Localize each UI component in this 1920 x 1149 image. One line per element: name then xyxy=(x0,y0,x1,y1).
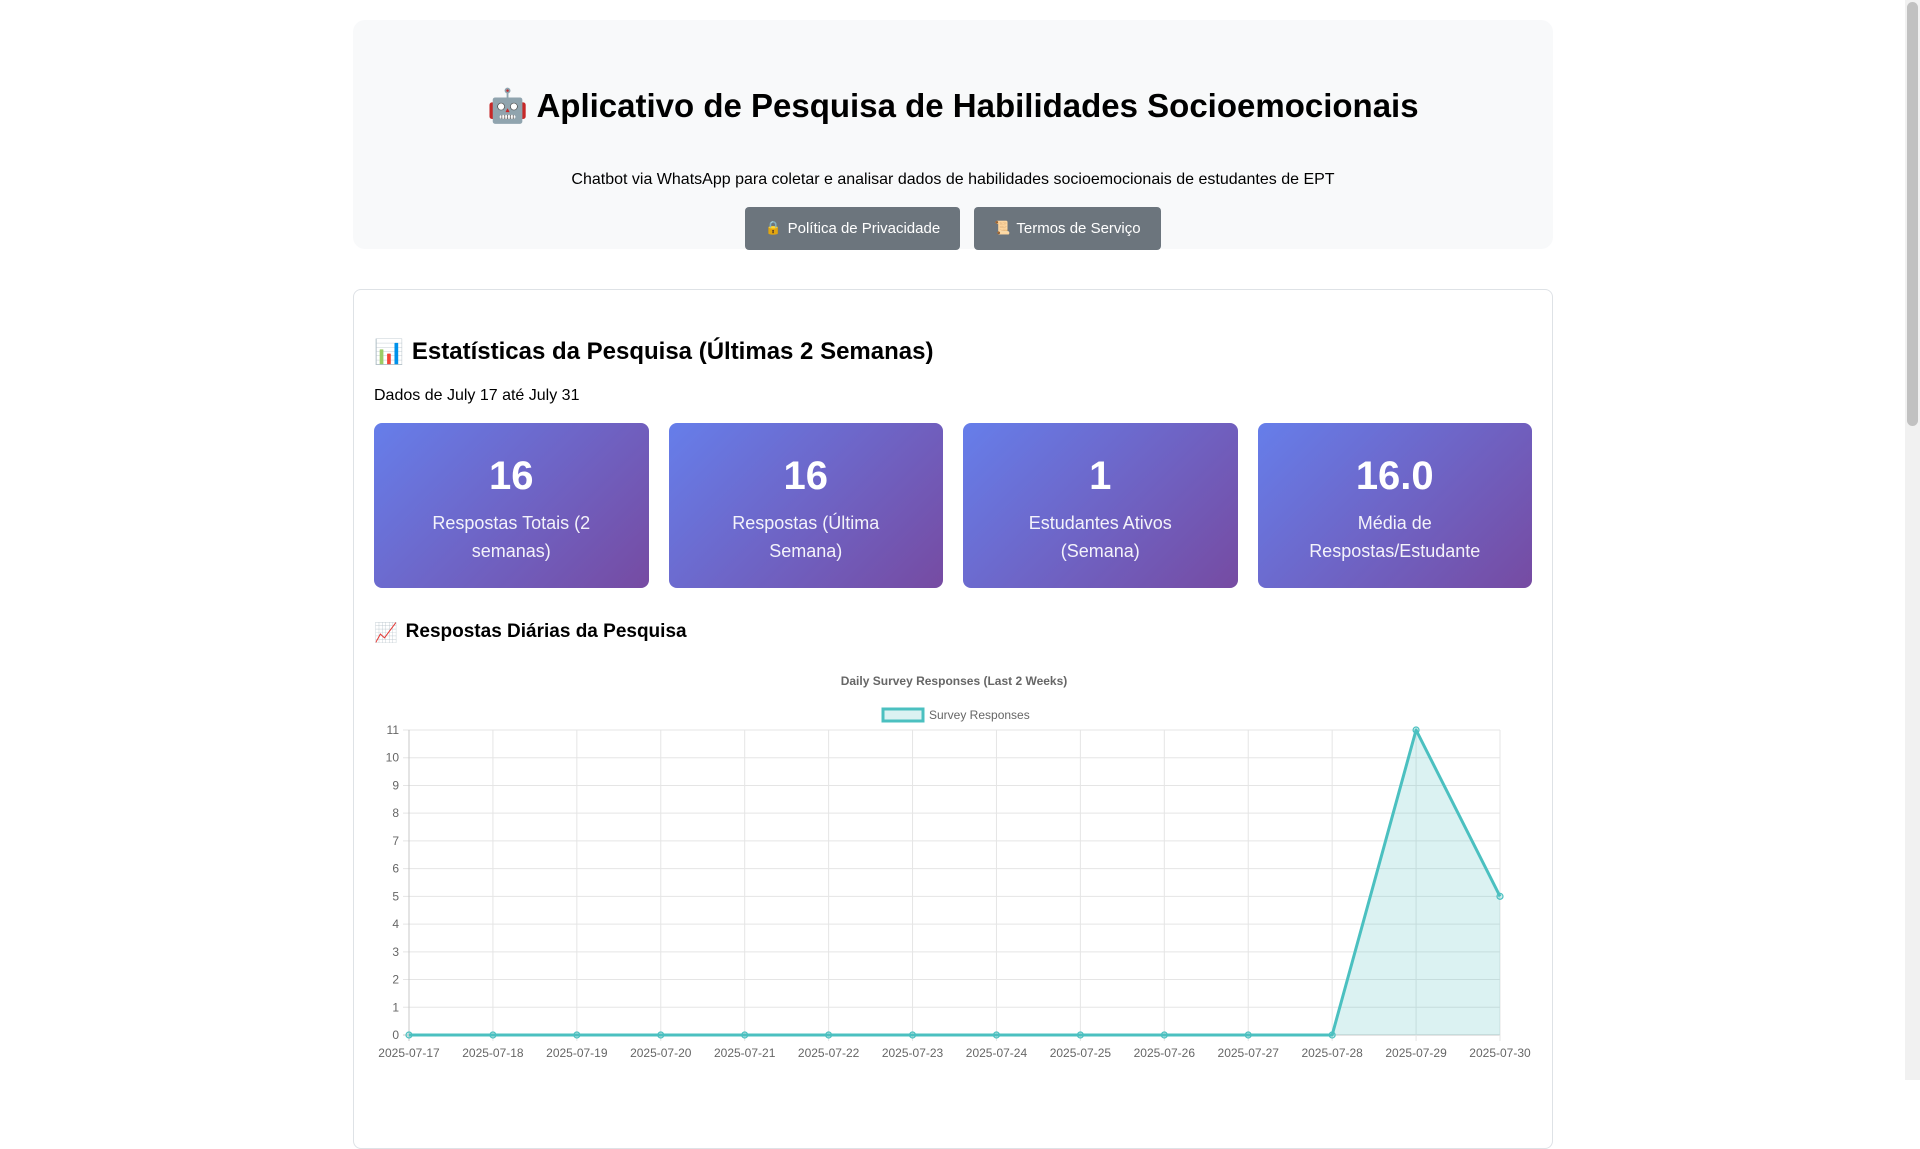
data-point xyxy=(1244,1031,1252,1039)
y-tick-label: 2 xyxy=(392,973,399,987)
header-card: 🤖 Aplicativo de Pesquisa de Habilidades … xyxy=(353,20,1553,250)
kpi-value: 16 xyxy=(783,454,829,498)
scrollbar[interactable] xyxy=(1905,0,1920,1080)
y-tick-label: 6 xyxy=(392,862,399,876)
page-title: 🤖 Aplicativo de Pesquisa de Habilidades … xyxy=(353,64,1553,148)
daily-responses-chart[interactable]: Daily Survey Responses (Last 2 Weeks) Sur… xyxy=(374,668,1534,1078)
bar-chart-icon: 📊 xyxy=(374,338,404,366)
chart-container: Daily Survey Responses (Last 2 Weeks) Sur… xyxy=(374,668,1534,1078)
page-subtitle: Chatbot via WhatsApp para coletar e anal… xyxy=(571,171,1335,188)
line-chart-icon: 📈 xyxy=(374,621,398,644)
kpi-card-last-week-responses: 16 Respostas (Última Semana) xyxy=(668,423,943,588)
y-tick-label: 5 xyxy=(392,889,399,903)
scrollbar-thumb[interactable] xyxy=(1907,2,1918,426)
data-point xyxy=(825,1031,833,1039)
data-point xyxy=(908,1031,917,1039)
kpi-card-total-responses: 16 Respostas Totais (2 semanas) xyxy=(374,423,649,588)
chart-heading-text: Respostas Diárias da Pesquisa xyxy=(405,621,687,642)
x-tick-label: 2025-07-18 xyxy=(462,1046,524,1060)
kpi-label: Estudantes Ativos (Semana) xyxy=(1028,513,1172,561)
y-tick-label: 11 xyxy=(387,723,400,737)
y-tick-label: 9 xyxy=(392,778,399,792)
x-tick-label: 2025-07-25 xyxy=(1050,1046,1112,1060)
x-tick-label: 2025-07-28 xyxy=(1301,1046,1363,1060)
page-title-text: Aplicativo de Pesquisa de Habilidades So… xyxy=(536,87,1419,124)
x-tick-label: 2025-07-20 xyxy=(630,1046,692,1060)
stats-title: 📊 Estatísticas da Pesquisa (Últimas 2 Se… xyxy=(374,332,1532,372)
lock-icon: 🔒 xyxy=(765,221,782,236)
page-container: 🤖 Aplicativo de Pesquisa de Habilidades … xyxy=(353,20,1553,1149)
y-tick-label: 0 xyxy=(392,1028,399,1042)
stats-card: 📊 Estatísticas da Pesquisa (Últimas 2 Se… xyxy=(353,289,1553,1149)
kpi-label: Respostas (Última Semana) xyxy=(732,513,880,561)
privacy-policy-button[interactable]: 🔒 Política de Privacidade xyxy=(745,207,961,250)
kpi-card-active-students: 1 Estudantes Ativos (Semana) xyxy=(963,423,1238,588)
data-point xyxy=(405,1031,413,1039)
date-range: Dados de July 17 até July 31 xyxy=(374,387,580,404)
data-point xyxy=(1328,1031,1336,1039)
legend-swatch xyxy=(881,707,925,723)
kpi-row: 16 Respostas Totais (2 semanas) 16 Respo… xyxy=(374,423,1532,588)
x-tick-label: 2025-07-22 xyxy=(798,1046,860,1060)
x-tick-label: 2025-07-27 xyxy=(1218,1046,1280,1060)
kpi-label: Respostas Totais (2 semanas) xyxy=(432,513,591,561)
chart-heading: 📈 Respostas Diárias da Pesquisa xyxy=(374,620,1532,644)
y-tick-label: 4 xyxy=(392,917,399,931)
kpi-value: 16.0 xyxy=(1355,454,1434,498)
data-point xyxy=(1076,1031,1084,1039)
y-tick-label: 10 xyxy=(386,751,400,765)
kpi-value: 16 xyxy=(489,454,534,498)
data-point xyxy=(1496,892,1504,900)
kpi-label: Média de Respostas/Estudante xyxy=(1309,513,1481,561)
y-tick-label: 3 xyxy=(392,945,399,959)
y-tick-label: 1 xyxy=(392,1000,399,1014)
kpi-value: 1 xyxy=(1089,454,1112,498)
x-tick-label: 2025-07-30 xyxy=(1469,1046,1531,1060)
x-tick-label: 2025-07-23 xyxy=(882,1046,944,1060)
data-point xyxy=(657,1031,665,1039)
legend-label: Survey Responses xyxy=(929,708,1030,722)
data-point xyxy=(1160,1031,1168,1039)
stats-title-text: Estatísticas da Pesquisa (Últimas 2 Sema… xyxy=(411,338,934,365)
data-point xyxy=(741,1031,749,1039)
series-line xyxy=(409,728,1502,1037)
x-tick-label: 2025-07-19 xyxy=(546,1046,608,1060)
x-tick-label: 2025-07-26 xyxy=(1134,1046,1196,1060)
series-area xyxy=(409,730,1500,1035)
x-tick-label: 2025-07-24 xyxy=(966,1046,1028,1060)
scroll-icon: 📜 xyxy=(994,221,1011,236)
data-point xyxy=(992,1031,1001,1039)
y-tick-label: 7 xyxy=(392,834,399,848)
x-tick-label: 2025-07-29 xyxy=(1385,1046,1447,1060)
kpi-card-average-per-student: 16.0 Média de Respostas/Estudante xyxy=(1257,423,1532,588)
data-point xyxy=(573,1031,581,1039)
data-point xyxy=(489,1031,497,1039)
terms-of-service-label: Termos de Serviço xyxy=(1016,220,1141,237)
privacy-policy-label: Política de Privacidade xyxy=(787,220,941,237)
header-actions: 🔒 Política de Privacidade 📜 Termos de Se… xyxy=(353,207,1553,250)
chart-title: Daily Survey Responses (Last 2 Weeks) xyxy=(841,674,1068,688)
y-tick-label: 8 xyxy=(392,806,399,820)
x-tick-label: 2025-07-17 xyxy=(378,1046,440,1060)
data-point xyxy=(1412,726,1420,734)
terms-of-service-button[interactable]: 📜 Termos de Serviço xyxy=(974,207,1161,250)
x-tick-label: 2025-07-21 xyxy=(714,1046,776,1060)
robot-icon: 🤖 xyxy=(487,86,529,125)
